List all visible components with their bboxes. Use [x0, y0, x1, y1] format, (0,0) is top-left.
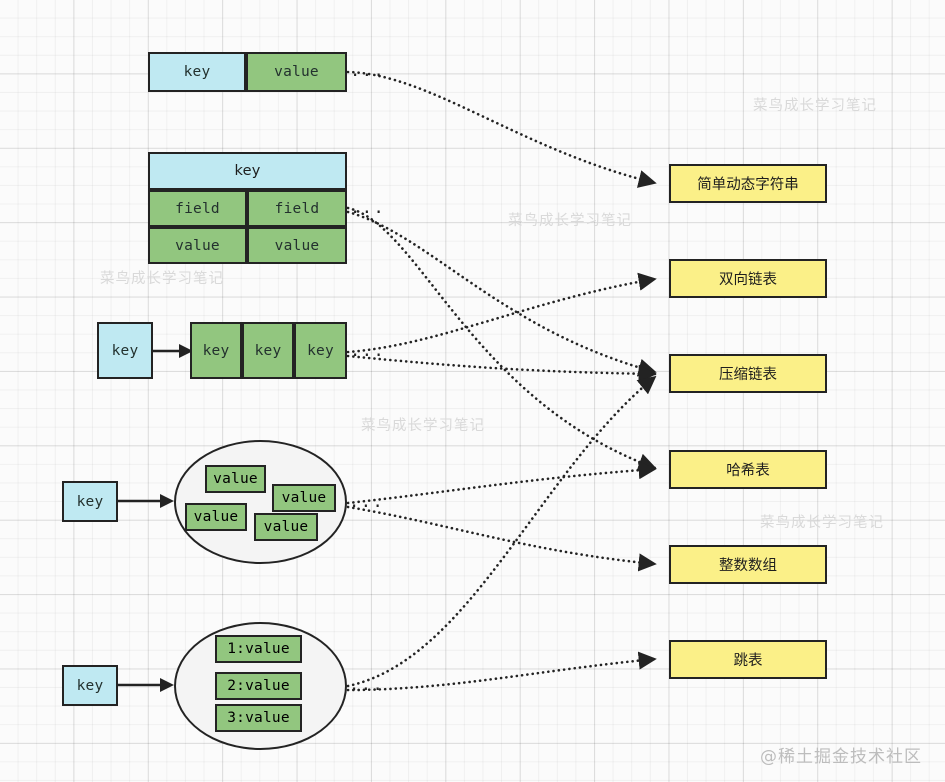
string-value-cell: value: [246, 52, 347, 92]
watermark-3: 菜鸟成长学习笔记: [361, 418, 485, 434]
list-node-1: key: [242, 322, 294, 379]
impl-box-intset: 整数数组: [669, 545, 827, 584]
list-arrow: [153, 344, 193, 358]
list-key-cell: key: [97, 322, 153, 379]
zset-member-0: 1:value: [215, 635, 302, 663]
set-ellipsis: ...: [349, 492, 385, 512]
hash-value-cell-0: value: [148, 227, 247, 264]
watermark-4: 菜鸟成长学习笔记: [760, 515, 884, 531]
edge-zset-to-skiplist: [346, 651, 657, 692]
zset-ellipsis: ...: [349, 675, 385, 695]
set-member-3: value: [254, 513, 318, 541]
impl-box-skiplist: 跳表: [669, 640, 827, 679]
hash-value-cell-1: value: [247, 227, 347, 264]
impl-box-ziplist: 压缩链表: [669, 354, 827, 393]
edge-set-to-intset: [346, 505, 657, 572]
watermark-0: 菜鸟成长学习笔记: [753, 98, 877, 114]
edge-set-to-hashtable: [346, 461, 657, 505]
edge-string-to-sds: [346, 70, 657, 188]
set-member-0: value: [205, 465, 266, 493]
hash-ellipsis: ...: [350, 198, 386, 218]
set-arrow: [118, 494, 174, 508]
string-key-cell: key: [148, 52, 246, 92]
edge-hash-to-ziplist: [346, 210, 657, 377]
hash-key-cell: key: [148, 152, 347, 190]
zset-member-1: 2:value: [215, 672, 302, 700]
impl-box-linkedlist: 双向链表: [669, 259, 827, 298]
set-key-cell: key: [62, 481, 118, 522]
watermark-1: 菜鸟成长学习笔记: [100, 271, 224, 287]
credit-label: @稀土掘金技术社区: [760, 747, 922, 767]
hash-field-cell-0: field: [148, 190, 247, 227]
impl-box-sds: 简单动态字符串: [669, 164, 827, 203]
zset-arrow: [118, 678, 174, 692]
list-node-0: key: [190, 322, 242, 379]
edge-list-to-ziplist: [346, 354, 657, 383]
edge-list-to-linkedlist: [346, 272, 657, 354]
watermark-2: 菜鸟成长学习笔记: [508, 213, 632, 229]
hash-field-cell-1: field: [247, 190, 347, 227]
set-member-1: value: [272, 484, 336, 512]
set-member-2: value: [185, 503, 247, 531]
diagram-canvas: key value ... key field field value valu…: [0, 0, 945, 782]
string-ellipsis: ...: [350, 61, 386, 81]
impl-box-hashtable: 哈希表: [669, 450, 827, 489]
list-node-2: key: [294, 322, 347, 379]
list-ellipsis: ...: [350, 341, 386, 361]
zset-key-cell: key: [62, 665, 118, 706]
zset-member-2: 3:value: [215, 704, 302, 732]
